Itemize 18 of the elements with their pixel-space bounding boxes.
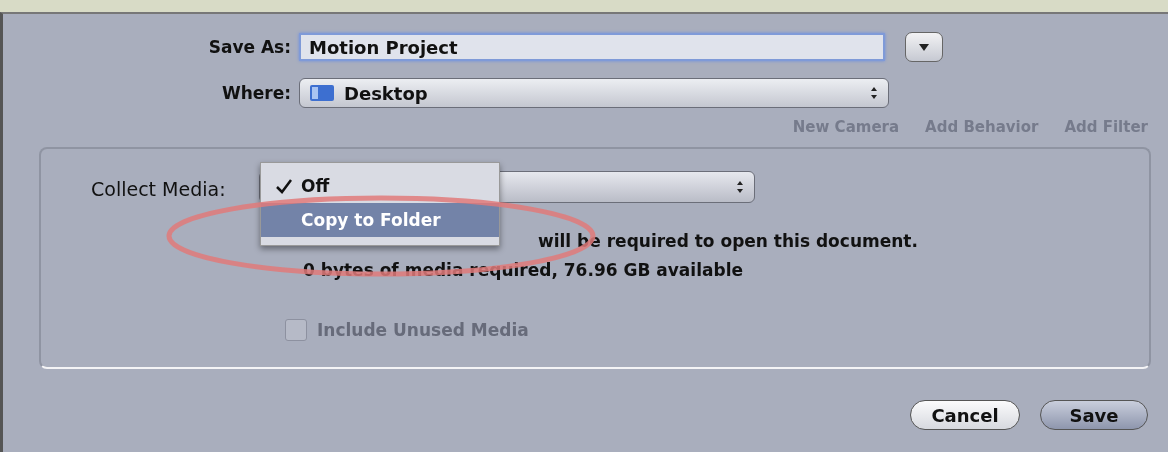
collect-media-label: Collect Media: [91, 178, 226, 200]
folder-icon [310, 85, 334, 101]
save-as-field[interactable]: Motion Project [299, 33, 885, 61]
popup-arrows-icon [736, 180, 744, 194]
save-button[interactable]: Save [1040, 400, 1148, 430]
menu-item[interactable]: Off [261, 169, 499, 203]
popup-arrows-icon [870, 86, 878, 100]
expand-button[interactable] [905, 32, 943, 62]
where-popup[interactable]: Desktop [299, 78, 889, 108]
caret-icon [919, 43, 929, 51]
where-label: Where: [220, 83, 291, 103]
checkmark-icon [275, 178, 293, 194]
menu-item[interactable]: Copy to Folder [261, 203, 499, 237]
cancel-button[interactable]: Cancel [910, 400, 1020, 430]
info-text: 0 bytes of media required, 76.96 GB available [303, 260, 743, 280]
info-text: will be required to open this document. [537, 231, 918, 251]
save-as-label: Save As: [207, 37, 291, 57]
include-unused-label: Include Unused Media [317, 320, 529, 340]
